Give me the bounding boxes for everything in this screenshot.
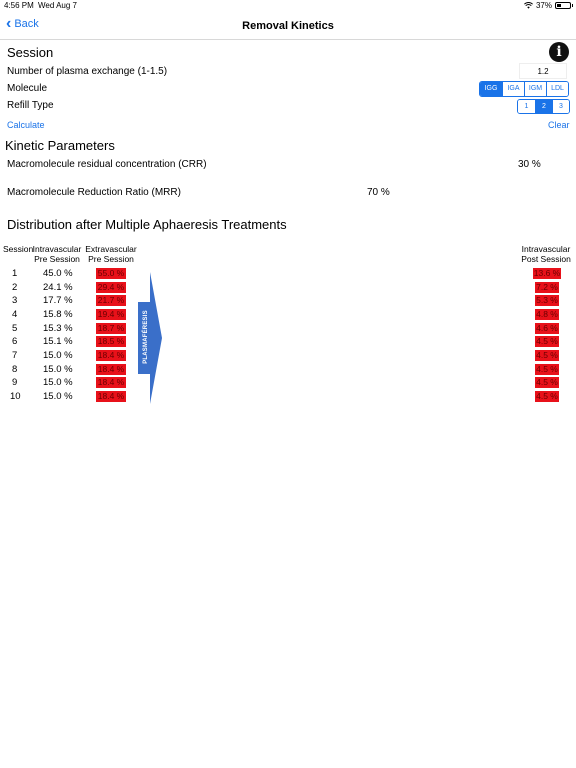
crr-label: Macromolecule residual concentration (CR…: [7, 159, 207, 170]
wifi-icon: [524, 2, 533, 9]
molecule-option-ldl[interactable]: LDL: [546, 82, 568, 96]
plasmapheresis-text: PLASMAFÉRESIS: [143, 310, 149, 364]
extra-pre-value: 18.4 %: [96, 350, 126, 361]
col-header-intra-post-line2: Post Session: [521, 254, 571, 264]
intra-post-value: 4.5 %: [535, 391, 559, 402]
refill-option-3[interactable]: 3: [552, 100, 569, 113]
intra-post-value: 4.8 %: [535, 309, 559, 320]
session-number: 9: [12, 377, 18, 388]
molecule-option-igm[interactable]: IGM: [524, 82, 546, 96]
col-header-intra-pre-line2: Pre Session: [34, 254, 80, 264]
plasmapheresis-label: PLASMAFÉRESIS: [139, 302, 153, 372]
session-number: 3: [12, 295, 18, 306]
distribution-heading: Distribution after Multiple Aphaeresis T…: [7, 217, 287, 232]
intra-post-value: 4.5 %: [535, 350, 559, 361]
plasma-exchange-input[interactable]: [519, 63, 567, 79]
extra-pre-value: 29.4 %: [96, 282, 126, 293]
intra-pre-value: 15.1 %: [43, 336, 73, 347]
session-number: 6: [12, 336, 18, 347]
page-title: Removal Kinetics: [242, 20, 334, 32]
intra-post-value: 5.3 %: [535, 295, 559, 306]
battery-icon: [555, 2, 573, 9]
session-number: 5: [12, 323, 18, 334]
extra-pre-value: 18.4 %: [96, 364, 126, 375]
status-bar: 4:56 PM Wed Aug 7 37%: [0, 0, 576, 12]
extra-pre-value: 19.4 %: [96, 309, 126, 320]
intra-pre-value: 15.0 %: [43, 364, 73, 375]
mrr-value: 70 %: [367, 187, 390, 198]
session-number: 8: [12, 364, 18, 375]
intra-pre-value: 15.0 %: [43, 377, 73, 388]
extra-pre-value: 18.5 %: [96, 336, 126, 347]
session-number: 7: [12, 350, 18, 361]
col-header-extra-pre-line1: Extravascular: [85, 244, 137, 254]
status-time: 4:56 PM: [4, 1, 34, 10]
refill-type-segmented-control: 1 2 3: [517, 99, 570, 114]
mrr-label: Macromolecule Reduction Ratio (MRR): [7, 187, 181, 198]
col-header-session: Session: [3, 244, 34, 254]
intra-pre-value: 15.0 %: [43, 391, 73, 402]
intra-post-value: 4.5 %: [535, 377, 559, 388]
col-header-intra-post: Intravascular Post Session: [518, 244, 574, 264]
refill-option-2[interactable]: 2: [535, 100, 552, 113]
session-number: 1: [12, 268, 18, 279]
status-date: Wed Aug 7: [38, 1, 77, 10]
molecule-option-iga[interactable]: IGA: [502, 82, 524, 96]
intra-pre-value: 24.1 %: [43, 282, 73, 293]
intra-post-value: 7.2 %: [535, 282, 559, 293]
col-header-extra-pre: Extravascular Pre Session: [84, 244, 138, 264]
intra-post-value: 4.5 %: [535, 364, 559, 375]
intra-post-value: 13.6 %: [533, 268, 561, 279]
col-header-intra-pre: Intravascular Pre Session: [32, 244, 82, 264]
plasma-exchange-label: Number of plasma exchange (1-1.5): [7, 66, 168, 77]
intra-pre-value: 15.8 %: [43, 309, 73, 320]
clear-button[interactable]: Clear: [548, 120, 570, 130]
intra-pre-value: 17.7 %: [43, 295, 73, 306]
col-header-intra-pre-line1: Intravascular: [32, 244, 82, 254]
refill-option-1[interactable]: 1: [518, 100, 535, 113]
intra-post-value: 4.6 %: [535, 323, 559, 334]
molecule-option-igg[interactable]: IGG: [480, 82, 502, 96]
extra-pre-value: 18.4 %: [96, 377, 126, 388]
intra-pre-value: 15.0 %: [43, 350, 73, 361]
session-number: 4: [12, 309, 18, 320]
status-right: 37%: [524, 1, 573, 10]
extra-pre-value: 55.0 %: [96, 268, 126, 279]
intra-post-value: 4.5 %: [535, 336, 559, 347]
session-heading: Session: [7, 45, 54, 60]
extra-pre-value: 18.7 %: [96, 323, 126, 334]
extra-pre-value: 21.7 %: [96, 295, 126, 306]
col-header-intra-post-line1: Intravascular: [521, 244, 571, 254]
info-circle-icon[interactable]: i: [549, 42, 569, 62]
molecule-label: Molecule: [7, 83, 48, 94]
molecule-segmented-control: IGG IGA IGM LDL: [479, 81, 569, 97]
crr-value: 30 %: [518, 159, 541, 170]
calculate-button[interactable]: Calculate: [7, 120, 45, 130]
navigation-bar: ‹ Back Removal Kinetics: [0, 12, 576, 40]
session-number: 2: [12, 282, 18, 293]
extra-pre-value: 18.4 %: [96, 391, 126, 402]
kinetic-parameters-heading: Kinetic Parameters: [5, 138, 115, 153]
col-header-extra-pre-line2: Pre Session: [88, 254, 134, 264]
session-number: 10: [10, 391, 21, 402]
refill-type-label: Refill Type: [7, 100, 54, 111]
battery-percent: 37%: [535, 1, 552, 10]
intra-pre-value: 15.3 %: [43, 323, 73, 334]
intra-pre-value: 45.0 %: [43, 268, 73, 279]
